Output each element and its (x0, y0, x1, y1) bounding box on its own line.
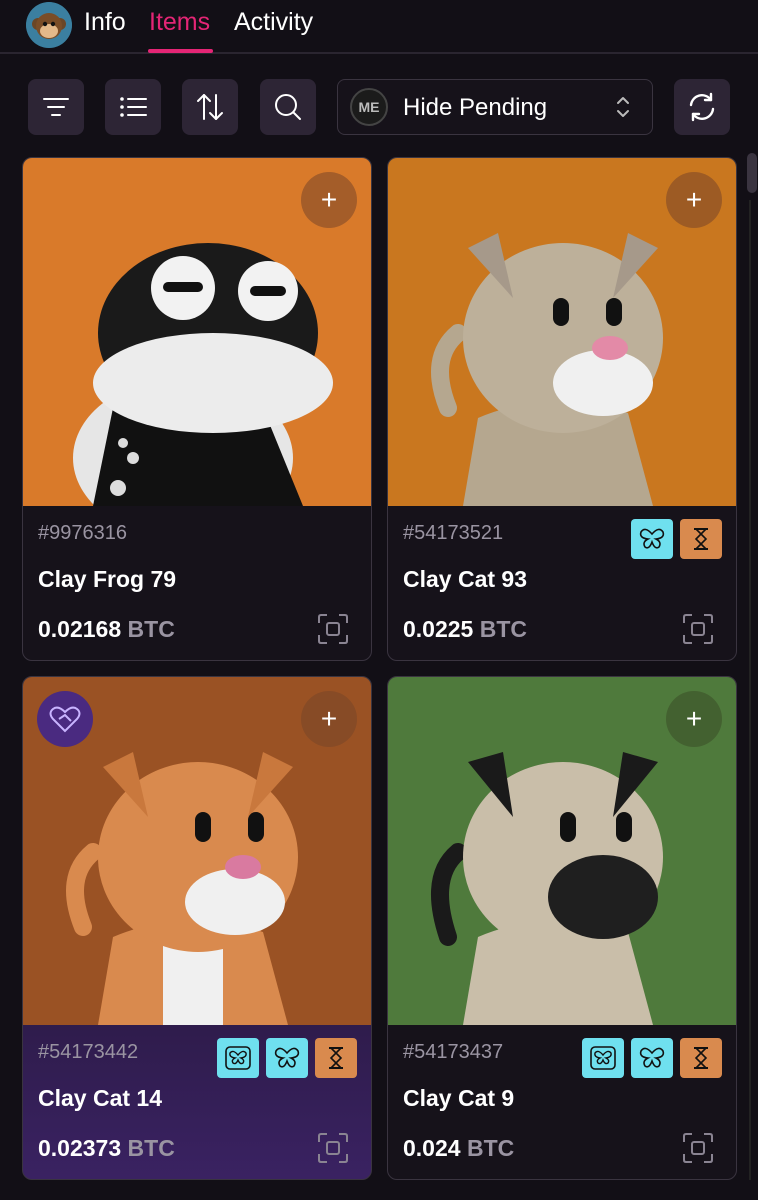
item-id: #54173521 (403, 522, 504, 544)
item-card[interactable]: + #54173437 Clay Cat 9 0.024 BTC (387, 676, 737, 1180)
chevron-updown-icon (617, 97, 629, 117)
butterfly-icon (631, 519, 673, 559)
price-value: 0.0225 (403, 616, 474, 642)
scan-icon[interactable] (317, 613, 349, 645)
plus-icon: + (320, 703, 338, 734)
add-to-cart-button[interactable]: + (666, 691, 722, 747)
price-currency: BTC (127, 616, 175, 642)
list-icon (120, 97, 147, 117)
item-name: Clay Cat 9 (403, 1085, 515, 1111)
item-price: 0.024 BTC (403, 1135, 514, 1162)
item-price: 0.02373 BTC (38, 1135, 175, 1162)
scan-icon[interactable] (682, 613, 714, 645)
filter-button[interactable] (28, 79, 84, 135)
item-id: #9976316 (38, 522, 127, 544)
collection-avatar[interactable] (26, 2, 72, 48)
add-to-cart-button[interactable]: + (301, 172, 357, 228)
scan-icon[interactable] (682, 1132, 714, 1164)
magic-eden-logo: ME (350, 88, 388, 126)
refresh-icon (689, 92, 715, 122)
item-id: #54173437 (403, 1041, 504, 1063)
item-card[interactable]: + #9976316 Clay Frog 79 0.02168 BTC (22, 157, 372, 661)
hourglass-icon (315, 1038, 357, 1078)
item-price: 0.0225 BTC (403, 616, 527, 643)
sort-icon (197, 94, 223, 120)
item-id: #54173442 (38, 1041, 139, 1063)
plus-icon: + (685, 703, 703, 734)
top-nav: Info Items Activity (0, 0, 758, 54)
add-to-cart-button[interactable]: + (301, 691, 357, 747)
price-value: 0.02373 (38, 1135, 122, 1161)
price-value: 0.02168 (38, 616, 122, 642)
price-currency: BTC (127, 1135, 175, 1161)
hide-pending-label: Hide Pending (403, 94, 548, 121)
item-name: Clay Frog 79 (38, 566, 177, 592)
item-price: 0.02168 BTC (38, 616, 175, 643)
filter-icon (43, 98, 69, 116)
hourglass-icon (680, 1038, 722, 1078)
price-currency: BTC (466, 1135, 515, 1161)
butterfly-outline-icon (217, 1038, 259, 1078)
tab-items[interactable]: Items (149, 8, 210, 37)
list-view-button[interactable] (105, 79, 161, 135)
item-name: Clay Cat 14 (38, 1085, 163, 1111)
item-badges (217, 1038, 357, 1078)
item-badges (582, 1038, 722, 1078)
butterfly-icon (266, 1038, 308, 1078)
search-icon (275, 94, 301, 120)
butterfly-icon (631, 1038, 673, 1078)
refresh-button[interactable] (674, 79, 730, 135)
scrollbar-thumb[interactable] (747, 153, 757, 193)
price-currency: BTC (479, 616, 528, 642)
plus-icon: + (685, 184, 703, 215)
heart-handshake-icon[interactable] (37, 691, 93, 747)
scrollbar-track (749, 200, 751, 1180)
item-card[interactable]: + #54173521 Clay Cat 93 0.0225 BTC (387, 157, 737, 661)
item-card[interactable]: + #54173442 Clay Cat 14 0.02373 BTC (22, 676, 372, 1180)
hourglass-icon (680, 519, 722, 559)
butterfly-outline-icon (582, 1038, 624, 1078)
price-value: 0.024 (403, 1135, 461, 1161)
tab-info[interactable]: Info (84, 8, 126, 37)
plus-icon: + (320, 184, 338, 215)
active-tab-indicator (148, 49, 213, 53)
tab-activity[interactable]: Activity (234, 8, 313, 37)
sort-button[interactable] (182, 79, 238, 135)
hide-pending-select[interactable]: ME Hide Pending (337, 79, 653, 135)
scan-icon[interactable] (317, 1132, 349, 1164)
add-to-cart-button[interactable]: + (666, 172, 722, 228)
item-name: Clay Cat 93 (403, 566, 528, 592)
item-badges (631, 519, 722, 559)
search-button[interactable] (260, 79, 316, 135)
